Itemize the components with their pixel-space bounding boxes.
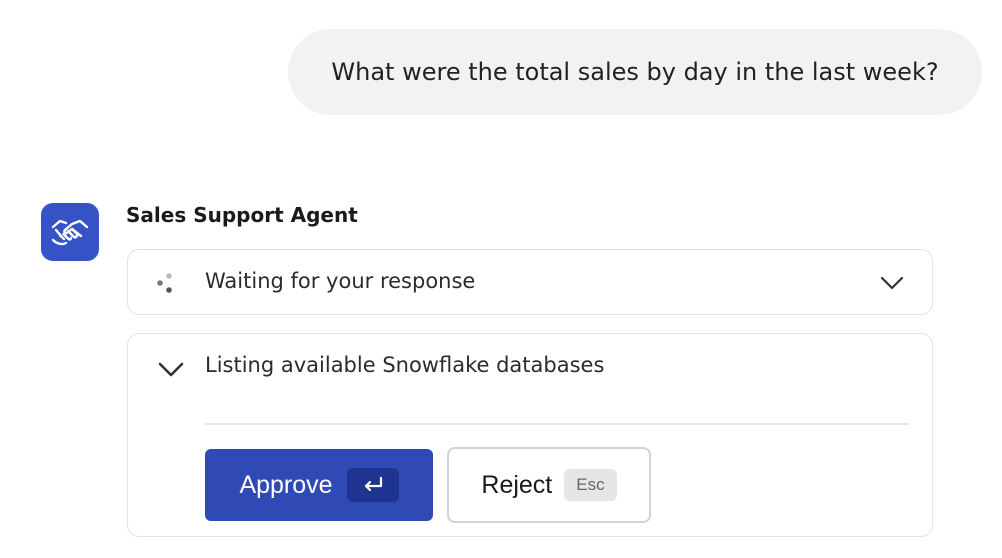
loading-dots-icon [157,273,172,293]
handshake-icon [51,219,89,246]
enter-key-badge [346,468,399,502]
chat-thread: What were the total sales by day in the … [0,0,1002,558]
agent-avatar [41,203,99,261]
chevron-down-icon[interactable] [880,274,904,292]
chevron-down-icon[interactable] [158,360,184,378]
enter-key-icon [364,476,382,492]
tool-call-title: Listing available Snowflake databases [205,353,605,377]
user-message-text: What were the total sales by day in the … [331,58,939,86]
tool-call-card: Listing available Snowflake databases Ap… [127,333,933,537]
agent-name: Sales Support Agent [126,203,358,227]
reject-label: Reject [481,470,553,499]
status-card[interactable]: Waiting for your response [127,249,933,315]
reject-button[interactable]: Reject Esc [447,447,651,523]
esc-key-badge: Esc [564,469,617,501]
approve-label: Approve [239,470,333,499]
user-message-bubble: What were the total sales by day in the … [288,29,982,115]
approve-button[interactable]: Approve [205,449,433,521]
divider [205,423,909,425]
status-text: Waiting for your response [205,269,476,293]
